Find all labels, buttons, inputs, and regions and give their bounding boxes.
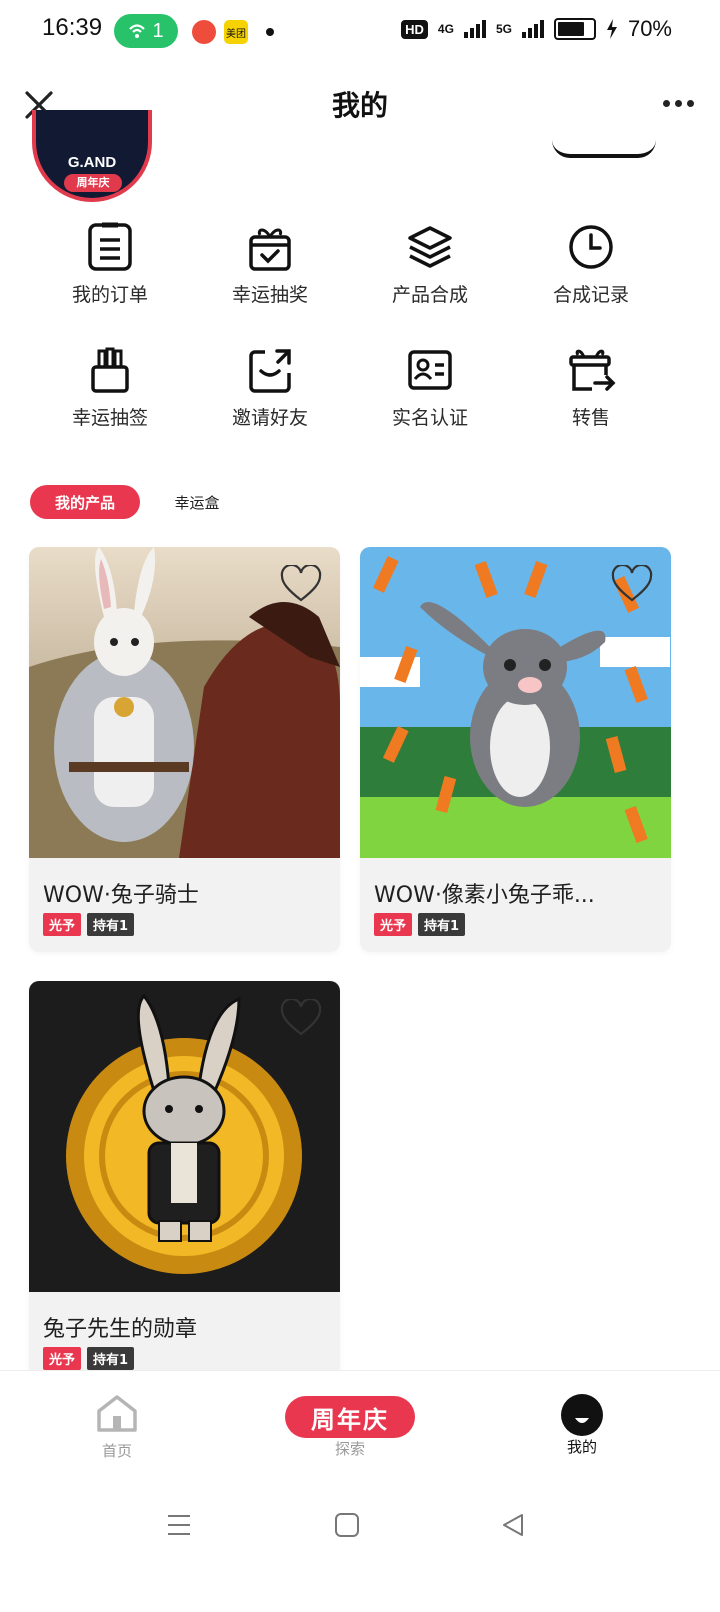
menu-item-invite-friends[interactable]: 邀请好友 [190, 345, 350, 430]
resale-box-icon [569, 349, 616, 391]
hold-count-tag: 持有1 [87, 913, 135, 936]
layers-icon [408, 226, 452, 268]
status-time: 16:39 [42, 14, 103, 41]
favorite-heart-icon[interactable] [611, 565, 653, 603]
id-card-icon [408, 350, 452, 390]
brand-tag: 光予 [43, 1347, 82, 1370]
nav-label-explore[interactable]: 探索 [285, 1438, 415, 1459]
menu-item-lucky-lottery[interactable]: 幸运抽签 [30, 345, 190, 430]
brand-tag: 光予 [374, 913, 413, 936]
product-title: WOW·兔子骑士 [43, 883, 199, 908]
network-4g-label: 4G [437, 22, 454, 36]
hd-indicator: HD [401, 19, 428, 39]
battery-percent: 70% [627, 16, 672, 41]
menu-label: 邀请好友 [231, 407, 308, 429]
signal-icon [463, 20, 486, 38]
menu-label: 我的订单 [71, 284, 148, 306]
menu-label: 合成记录 [552, 284, 629, 306]
menu-label: 转售 [571, 407, 610, 429]
hold-count-tag: 持有1 [87, 1347, 135, 1370]
nav-label-home: 首页 [101, 1442, 132, 1460]
tab-my-products[interactable]: 我的产品 [30, 485, 140, 519]
product-card[interactable]: WOW·像素小兔子乖... 光予 持有1 [360, 547, 671, 952]
network-5g-label: 5G [495, 22, 512, 36]
product-tags: 光予 持有1 [43, 1347, 135, 1370]
share-bag-icon [249, 349, 291, 393]
tab-lucky-box[interactable]: 幸运盒 [160, 485, 234, 519]
more-options-button[interactable] [663, 100, 694, 107]
product-card[interactable]: WOW·兔子骑士 光予 持有1 [29, 547, 340, 952]
menu-item-lucky-draw[interactable]: 幸运抽奖 [190, 222, 350, 307]
clipboard-list-icon [88, 222, 132, 271]
product-title: 兔子先生的勋章 [43, 1317, 198, 1342]
more-dot-icon [663, 100, 670, 107]
menu-item-real-name-verification[interactable]: 实名认证 [350, 345, 510, 430]
more-notifications-dot [266, 28, 274, 36]
menu-item-my-orders[interactable]: 我的订单 [30, 222, 190, 307]
clock-icon [569, 225, 613, 269]
avatar-badge: 周年庆 [64, 174, 122, 192]
more-dot-icon [687, 100, 694, 107]
hold-count-tag: 持有1 [418, 913, 466, 936]
favorite-heart-icon[interactable] [280, 565, 322, 603]
menu-label: 幸运抽签 [71, 407, 148, 429]
back-triangle-icon[interactable] [500, 1512, 526, 1538]
home-square-icon[interactable] [334, 1512, 360, 1538]
nav-item-mine[interactable]: 我的 [556, 1394, 608, 1457]
menu-item-resale[interactable]: 转售 [511, 345, 671, 430]
nav-item-home[interactable]: 首页 [92, 1394, 142, 1461]
menu-lines-icon[interactable] [166, 1512, 192, 1538]
menu-item-product-synthesis[interactable]: 产品合成 [350, 222, 510, 307]
meituan-app-icon: 美团 [224, 20, 248, 44]
product-tags: 光予 持有1 [374, 913, 466, 936]
battery-icon [553, 18, 596, 40]
menu-label: 产品合成 [391, 284, 468, 306]
profile-face-icon [561, 1394, 603, 1436]
signal-icon-2 [521, 20, 544, 38]
profile-action-button[interactable] [552, 140, 656, 158]
system-navigation-bar [0, 1480, 720, 1612]
charging-icon [606, 19, 617, 39]
home-icon [97, 1395, 137, 1432]
avatar-brand-text: G.AND [67, 154, 117, 171]
nav-label-mine: 我的 [566, 1438, 597, 1456]
wifi-hotspot-icon [129, 24, 146, 38]
gift-box-icon [249, 228, 291, 271]
hotspot-count: 1 [152, 19, 164, 42]
brand-tag: 光予 [43, 913, 82, 936]
product-card[interactable]: 兔子先生的勋章 光予 持有1 [29, 981, 340, 1386]
product-title: WOW·像素小兔子乖... [374, 883, 595, 908]
anniversary-promo-button[interactable]: 周年庆 [285, 1396, 415, 1438]
more-dot-icon [675, 100, 682, 107]
menu-label: 幸运抽奖 [231, 284, 308, 306]
app-notification-icon [192, 20, 216, 44]
menu-item-synthesis-records[interactable]: 合成记录 [511, 222, 671, 307]
menu-label: 实名认证 [391, 407, 468, 429]
hotspot-indicator[interactable]: 1 [114, 14, 178, 48]
lottery-sticks-icon [91, 347, 129, 393]
product-tags: 光予 持有1 [43, 913, 135, 936]
favorite-heart-icon[interactable] [280, 999, 322, 1037]
status-right-group: HD 4G 5G 70% [401, 16, 672, 42]
avatar[interactable]: G.AND 周年庆 [32, 110, 152, 202]
